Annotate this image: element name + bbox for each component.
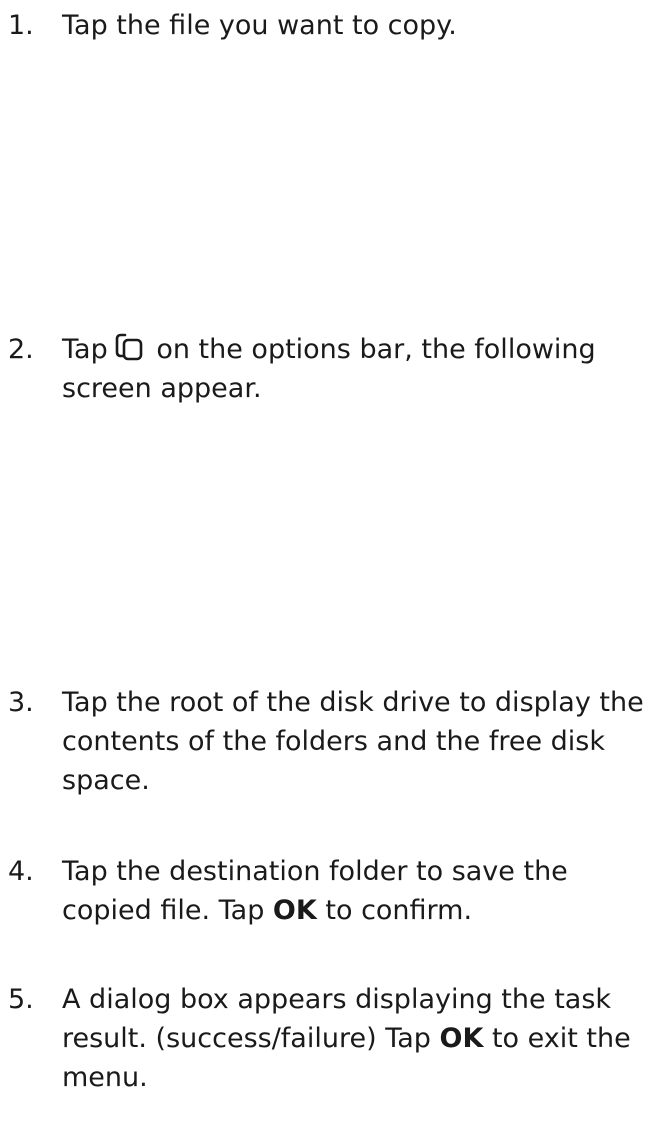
step-text: Tap the root of the disk drive to displa…	[62, 687, 644, 796]
step-text: A dialog box appears displaying the task…	[62, 980, 651, 1097]
step-2: 2. Tap on the options bar, the following…	[0, 330, 651, 408]
copy-icon	[115, 333, 143, 361]
step-text: Tap on the options bar, the following sc…	[62, 330, 651, 408]
step-4: 4. Tap the destination folder to save th…	[0, 852, 651, 930]
step-text-part: to confirm.	[316, 895, 473, 926]
ok-keyword: OK	[439, 1023, 484, 1054]
step-1: 1. Tap the file you want to copy.	[0, 6, 651, 45]
step-number: 1.	[8, 10, 34, 41]
step-number: 2.	[8, 334, 34, 365]
step-3: 3. Tap the root of the disk drive to dis…	[0, 683, 651, 800]
step-number: 5.	[8, 984, 34, 1015]
step-text: Tap the file you want to copy.	[62, 10, 457, 41]
step-number: 4.	[8, 856, 34, 887]
step-text-before-icon: Tap	[62, 334, 108, 365]
step-number: 3.	[8, 687, 34, 718]
step-5: 5. A dialog box appears displaying the t…	[0, 980, 651, 1097]
ok-keyword: OK	[272, 895, 317, 926]
step-text: Tap the destination folder to save the c…	[62, 852, 651, 930]
